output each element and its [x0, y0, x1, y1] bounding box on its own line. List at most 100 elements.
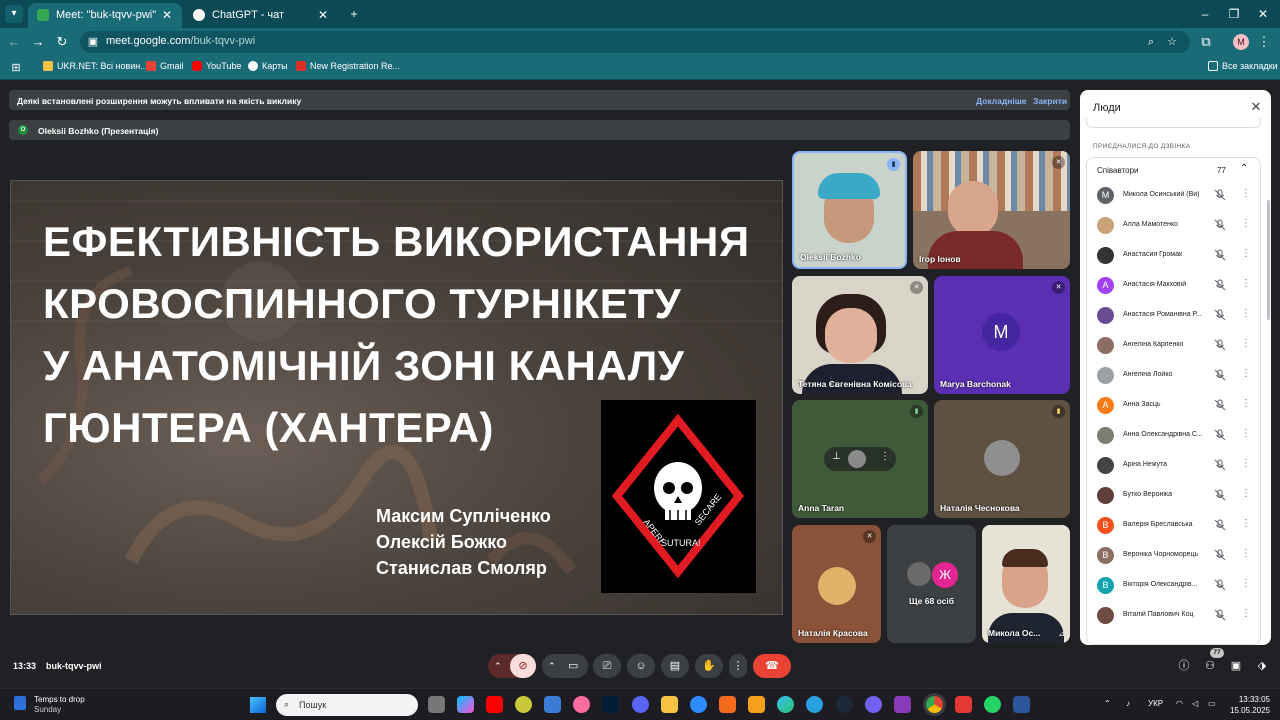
steam-icon[interactable]	[836, 696, 853, 713]
participant-row[interactable]: В Вікторія Олександрів... ⋮	[1087, 570, 1260, 600]
chevron-up-icon[interactable]: ⌃	[494, 654, 502, 678]
back-icon[interactable]: ←	[4, 32, 24, 52]
participant-tile[interactable]: ✕ Наталія Красова	[792, 525, 881, 643]
more-options-icon[interactable]: ⋮	[1241, 338, 1251, 349]
copilot-icon[interactable]	[457, 696, 474, 713]
apps-grid-icon[interactable]: ⊞	[6, 58, 26, 78]
reload-icon[interactable]: ↻	[52, 32, 72, 52]
mic-button[interactable]: ⌃ ⊘	[488, 654, 536, 678]
volume-icon[interactable]: ◁	[1192, 699, 1198, 708]
chevron-up-icon[interactable]: ⌃	[548, 654, 556, 678]
more-options-icon[interactable]: ⋮	[1241, 548, 1251, 559]
participant-tile[interactable]: ⊥ ⋮ ▮ Anna Taran	[792, 400, 928, 518]
participant-tile[interactable]: ▮ Oleksii Bozhko	[792, 151, 907, 269]
more-options-button[interactable]: ⋮	[729, 654, 747, 678]
battery-icon[interactable]: ▭	[1208, 699, 1216, 708]
pin-icon[interactable]: ⊥	[832, 451, 841, 462]
tab-meet[interactable]: Meet: "buk-tqvv-pwi" ✕	[28, 3, 182, 28]
info-icon[interactable]: ⓘ	[1174, 656, 1194, 676]
captions-button[interactable]: ▤	[661, 654, 689, 678]
participant-tile[interactable]: ▮ Наталія Чеснокова	[934, 400, 1070, 518]
more-options-icon[interactable]: ⋮	[1241, 428, 1251, 439]
camera-button[interactable]: ⌃ ▭	[542, 654, 588, 678]
banner-close-link[interactable]: Закрити	[1033, 96, 1067, 106]
discord-icon[interactable]	[632, 696, 649, 713]
restore-icon[interactable]: ❐	[1224, 4, 1244, 24]
group-title[interactable]: Співавтори	[1097, 166, 1139, 175]
viber-icon[interactable]	[865, 696, 882, 713]
chat-icon[interactable]: ▣	[1226, 656, 1246, 676]
wifi-icon[interactable]: ◠	[1176, 699, 1183, 708]
tab-search-button[interactable]: ▾	[5, 5, 23, 23]
language-indicator[interactable]: УКР	[1148, 699, 1163, 708]
app-icon[interactable]	[955, 696, 972, 713]
more-participants-tile[interactable]: Ж Ще 68 осіб	[887, 525, 976, 643]
whatsapp-icon[interactable]	[984, 696, 1001, 713]
participant-row[interactable]: Анастасия Громак ⋮	[1087, 240, 1260, 270]
bookmark-youtube[interactable]: YouTube	[192, 61, 241, 71]
people-icon[interactable]: ⚇	[1200, 656, 1220, 676]
task-view-icon[interactable]	[428, 696, 445, 713]
zoom-icon[interactable]	[690, 696, 707, 713]
photoshop-icon[interactable]	[602, 696, 619, 713]
weather-icon[interactable]	[14, 696, 26, 710]
app-icon[interactable]	[573, 696, 590, 713]
more-options-icon[interactable]: ⋮	[1241, 218, 1251, 229]
more-options-icon[interactable]: ⋮	[1241, 608, 1251, 619]
bookmark-gmail[interactable]: Gmail	[146, 61, 184, 71]
bookmark-ukrnet[interactable]: UKR.NET: Всі новин...	[43, 61, 148, 71]
participant-row[interactable]: Ангеліна Карпенко ⋮	[1087, 330, 1260, 360]
minimize-icon[interactable]: –	[1195, 4, 1215, 24]
participant-tile[interactable]: ✕ Тетяна Євгенівна Комісова	[792, 276, 928, 394]
edge-icon[interactable]	[777, 696, 794, 713]
participant-row[interactable]: Бутко Вероніка ⋮	[1087, 480, 1260, 510]
participant-row[interactable]: Анастасія Романівна Р... ⋮	[1087, 300, 1260, 330]
chrome-icon[interactable]	[926, 696, 943, 713]
weather-widget[interactable]: Temps to drop Sunday	[34, 695, 85, 715]
tray-overflow-icon[interactable]: ⌃	[1104, 699, 1111, 708]
app-icon[interactable]	[719, 696, 736, 713]
banner-details-link[interactable]: Докладніше	[976, 96, 1027, 106]
tab-chatgpt[interactable]: ChatGPT - чат ✕	[184, 3, 338, 28]
participant-row[interactable]: В Вероніка Чорноморець ⋮	[1087, 540, 1260, 570]
participant-tile[interactable]: Микола Ос... ⊿	[982, 525, 1070, 643]
more-options-icon[interactable]: ⋮	[1241, 278, 1251, 289]
participant-row[interactable]: Аріна Нежута ⋮	[1087, 450, 1260, 480]
microphone-tray-icon[interactable]: ♪	[1126, 699, 1130, 708]
browser-menu-icon[interactable]: ⋮	[1254, 32, 1274, 52]
more-options-icon[interactable]: ⋮	[1241, 458, 1251, 469]
activities-icon[interactable]: ⬗	[1252, 656, 1272, 676]
people-scrollbar[interactable]	[1267, 200, 1270, 320]
video-camera-icon[interactable]: ▭	[568, 654, 578, 678]
participant-tile[interactable]: M ✕ Marya Barchonak	[934, 276, 1070, 394]
site-info-icon[interactable]: ▣	[85, 34, 101, 50]
word-icon[interactable]	[1013, 696, 1030, 713]
tab-close-icon[interactable]: ✕	[318, 3, 328, 28]
more-options-icon[interactable]: ⋮	[1241, 488, 1251, 499]
end-call-button[interactable]: ☎	[753, 654, 791, 678]
participant-row[interactable]: Ангеліна Лойко ⋮	[1087, 360, 1260, 390]
more-options-icon[interactable]: ⋮	[1241, 578, 1251, 589]
more-options-icon[interactable]: ⋮	[1241, 368, 1251, 379]
youtube-icon[interactable]	[486, 696, 503, 713]
mic-off-icon[interactable]: ⊘	[510, 654, 536, 678]
participant-row[interactable]: В Валерія Бреславська ⋮	[1087, 510, 1260, 540]
app-icon[interactable]	[515, 696, 532, 713]
close-panel-icon[interactable]: ✕	[1248, 99, 1264, 115]
self-view-icon[interactable]: ⊿	[1058, 629, 1065, 638]
participant-row[interactable]: А Анастасія Макховій ⋮	[1087, 270, 1260, 300]
profile-avatar[interactable]: M	[1233, 34, 1249, 50]
file-explorer-icon[interactable]	[661, 696, 678, 713]
close-window-icon[interactable]: ✕	[1253, 4, 1273, 24]
participant-row[interactable]: Анна Олександрівна С... ⋮	[1087, 420, 1260, 450]
store-icon[interactable]	[544, 696, 561, 713]
more-options-icon[interactable]: ⋮	[1241, 518, 1251, 529]
app-icon[interactable]	[894, 696, 911, 713]
forward-icon[interactable]: →	[28, 32, 48, 52]
more-options-icon[interactable]: ⋮	[1241, 188, 1251, 199]
participant-row[interactable]: А Анна Засць ⋮	[1087, 390, 1260, 420]
address-bar[interactable]: ▣ meet.google.com/buk-tqvv-pwi ⌕ ☆	[80, 31, 1190, 53]
more-options-icon[interactable]: ⋮	[880, 451, 890, 462]
more-options-icon[interactable]: ⋮	[1241, 248, 1251, 259]
taskbar-clock[interactable]: 13:33:05 15.05.2025	[1226, 694, 1270, 716]
